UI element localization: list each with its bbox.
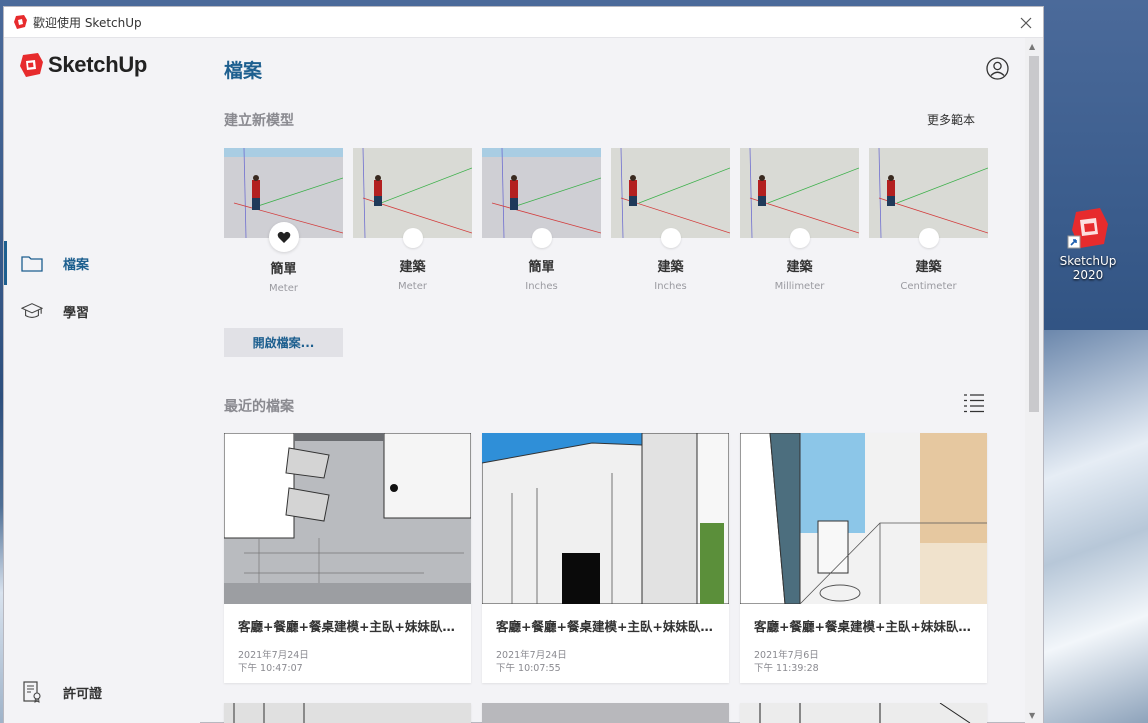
file-modified-date: 2021年7月24日 下午 10:07:55	[496, 649, 715, 675]
template-list: 簡單 Meter 建築 Meter 簡單 Inches 建築 Inches 建築…	[224, 148, 998, 294]
favorite-button[interactable]	[918, 228, 939, 248]
sidebar-item-label: 許可證	[63, 686, 103, 702]
recent-file-card[interactable]: 客廳+餐廳+餐桌建模+主臥+妹妹臥室+... 2021年7月24日 下午 10:…	[224, 433, 471, 683]
scrollbar-thumb[interactable]	[1029, 56, 1039, 412]
desktop-shortcut-label: SketchUp 2020	[1059, 254, 1117, 282]
more-templates-link[interactable]: 更多範本	[927, 111, 975, 128]
template-name: 建築	[915, 260, 942, 275]
favorite-button[interactable]	[531, 228, 552, 248]
recent-file-card[interactable]: 客廳+餐廳+餐桌建模+主臥+妹妹臥室+... 2021年7月24日 下午 10:…	[482, 433, 729, 683]
graduation-cap-icon	[21, 300, 43, 322]
main-content: 檔案 建立新模型 更多範本 簡單 Meter 建築 Meter 簡單 Inche…	[200, 38, 1025, 723]
recent-file-card[interactable]	[482, 703, 729, 723]
license-icon	[21, 681, 43, 703]
template-card[interactable]: 簡單 Inches	[482, 148, 601, 294]
app-icon	[14, 15, 27, 29]
file-thumbnail	[740, 703, 987, 723]
recent-files-grid: 客廳+餐廳+餐桌建模+主臥+妹妹臥室+... 2021年7月24日 下午 10:…	[224, 433, 987, 723]
template-thumbnail	[482, 148, 601, 238]
template-card[interactable]: 簡單 Meter	[224, 148, 343, 294]
account-button[interactable]	[986, 57, 1009, 80]
favorite-button[interactable]	[268, 222, 299, 252]
scroll-down-icon[interactable]: ▼	[1029, 711, 1035, 720]
sidebar-item-label: 學習	[63, 305, 90, 321]
sidebar-item-files[interactable]: 檔案	[4, 241, 200, 285]
favorite-button[interactable]	[789, 228, 810, 248]
folder-icon	[21, 252, 43, 274]
file-modified-date: 2021年7月6日 下午 11:39:28	[754, 649, 973, 675]
recent-files-heading: 最近的檔案	[224, 399, 294, 415]
new-model-heading: 建立新模型	[224, 113, 294, 129]
recent-file-card[interactable]	[224, 703, 471, 723]
desktop-wallpaper	[1040, 330, 1148, 723]
file-thumbnail	[482, 433, 729, 604]
template-unit: Inches	[654, 281, 687, 292]
file-modified-date: 2021年7月24日 下午 10:47:07	[238, 649, 457, 675]
scrollbar[interactable]: ▲ ▼	[1025, 38, 1043, 723]
file-date: 2021年7月24日	[238, 650, 309, 661]
sketchup-logo-icon	[20, 53, 43, 77]
template-name: 簡單	[528, 260, 555, 275]
file-time: 下午 10:07:55	[496, 663, 561, 674]
sidebar: SketchUp 檔案 學習 許可證	[4, 38, 200, 723]
favorite-button[interactable]	[660, 228, 681, 248]
heart-icon	[277, 231, 290, 243]
template-name: 簡單	[270, 262, 297, 277]
sketchup-app-icon	[1066, 206, 1110, 252]
favorite-button[interactable]	[402, 228, 423, 248]
file-name: 客廳+餐廳+餐桌建模+主臥+妹妹臥室+...	[238, 619, 457, 634]
title-bar: 歡迎使用 SketchUp	[4, 7, 1043, 38]
welcome-window: 歡迎使用 SketchUp SketchUp 檔案 學習 許可證 檔案 建立新模…	[3, 6, 1044, 723]
window-title: 歡迎使用 SketchUp	[33, 15, 142, 30]
scroll-up-icon[interactable]: ▲	[1029, 42, 1035, 51]
recent-file-card[interactable]: 客廳+餐廳+餐桌建模+主臥+妹妹臥室+... 2021年7月6日 下午 11:3…	[740, 433, 987, 683]
user-icon	[986, 57, 1009, 80]
template-card[interactable]: 建築 Millimeter	[740, 148, 859, 294]
template-unit: Meter	[269, 283, 298, 294]
template-card[interactable]: 建築 Inches	[611, 148, 730, 294]
sidebar-item-label: 檔案	[63, 257, 90, 273]
file-thumbnail	[482, 703, 729, 723]
desktop-shortcut-sketchup[interactable]: SketchUp 2020	[1058, 206, 1118, 282]
sidebar-item-learn[interactable]: 學習	[4, 289, 200, 333]
template-card[interactable]: 建築 Meter	[353, 148, 472, 294]
file-time: 下午 11:39:28	[754, 663, 819, 674]
page-title: 檔案	[224, 60, 263, 82]
template-name: 建築	[399, 260, 426, 275]
open-file-button[interactable]: 開啟檔案...	[224, 328, 343, 357]
file-name: 客廳+餐廳+餐桌建模+主臥+妹妹臥室+...	[496, 619, 715, 634]
file-name: 客廳+餐廳+餐桌建模+主臥+妹妹臥室+...	[754, 619, 973, 634]
template-name: 建築	[786, 260, 813, 275]
list-view-button[interactable]	[963, 393, 985, 415]
list-view-icon	[964, 394, 984, 413]
template-name: 建築	[657, 260, 684, 275]
brand-name: SketchUp	[48, 52, 148, 77]
sidebar-item-license[interactable]: 許可證	[4, 670, 200, 714]
file-date: 2021年7月6日	[754, 650, 819, 661]
template-unit: Millimeter	[774, 281, 825, 292]
template-thumbnail	[869, 148, 988, 238]
file-time: 下午 10:47:07	[238, 663, 303, 674]
template-thumbnail	[740, 148, 859, 238]
template-unit: Meter	[398, 281, 427, 292]
template-thumbnail	[611, 148, 730, 238]
template-unit: Centimeter	[900, 281, 957, 292]
template-unit: Inches	[525, 281, 558, 292]
file-thumbnail	[740, 433, 987, 604]
file-date: 2021年7月24日	[496, 650, 567, 661]
sketchup-logo: SketchUp	[18, 52, 147, 78]
close-icon	[1020, 17, 1032, 29]
file-thumbnail	[224, 703, 471, 723]
file-thumbnail	[224, 433, 471, 604]
template-thumbnail	[353, 148, 472, 238]
recent-file-card[interactable]	[740, 703, 987, 723]
template-card[interactable]: 建築 Centimeter	[869, 148, 988, 294]
close-button[interactable]	[1015, 12, 1037, 34]
